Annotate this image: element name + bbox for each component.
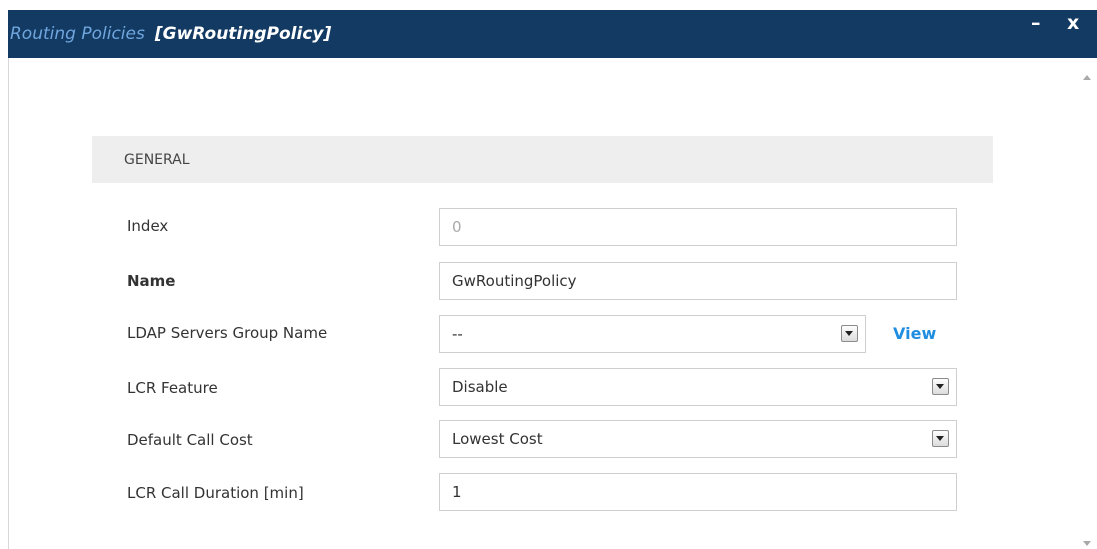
lcr-call-duration-label: LCR Call Duration [min] [127,484,304,502]
default-call-cost-label: Default Call Cost [127,431,253,449]
default-call-cost-value: Lowest Cost [452,430,543,448]
minimize-button[interactable]: – [1031,11,1041,35]
lcr-feature-value: Disable [452,378,508,396]
lcr-call-duration-field[interactable]: 1 [439,473,957,511]
ldap-group-value: -- [452,325,463,343]
close-button[interactable]: x [1067,11,1079,35]
ldap-group-label: LDAP Servers Group Name [127,324,328,342]
scroll-down-icon[interactable] [1083,541,1091,546]
name-label: Name [127,272,176,290]
scroll-up-icon[interactable] [1083,75,1091,80]
index-value: 0 [452,218,462,236]
section-header-general: GENERAL [92,136,993,183]
section-title: GENERAL [124,151,190,168]
index-field: 0 [439,208,957,246]
name-value: GwRoutingPolicy [452,272,577,290]
chevron-down-icon[interactable] [841,325,858,342]
vertical-scrollbar[interactable] [1080,58,1097,549]
chevron-down-icon[interactable] [932,430,949,447]
lcr-feature-select[interactable]: Disable [439,368,957,406]
view-link[interactable]: View [893,324,936,343]
window-left-border [8,58,9,549]
default-call-cost-select[interactable]: Lowest Cost [439,420,957,458]
lcr-call-duration-value: 1 [452,483,462,501]
lcr-feature-label: LCR Feature [127,379,218,397]
chevron-down-icon[interactable] [932,378,949,395]
ldap-group-select[interactable]: -- [439,315,866,353]
window-title: Routing Policies [10,24,145,44]
name-field[interactable]: GwRoutingPolicy [439,262,957,300]
window-titlebar[interactable]: Routing Policies [GwRoutingPolicy] [8,10,1097,58]
index-label: Index [127,217,169,235]
window-record-name: [GwRoutingPolicy] [154,24,332,44]
